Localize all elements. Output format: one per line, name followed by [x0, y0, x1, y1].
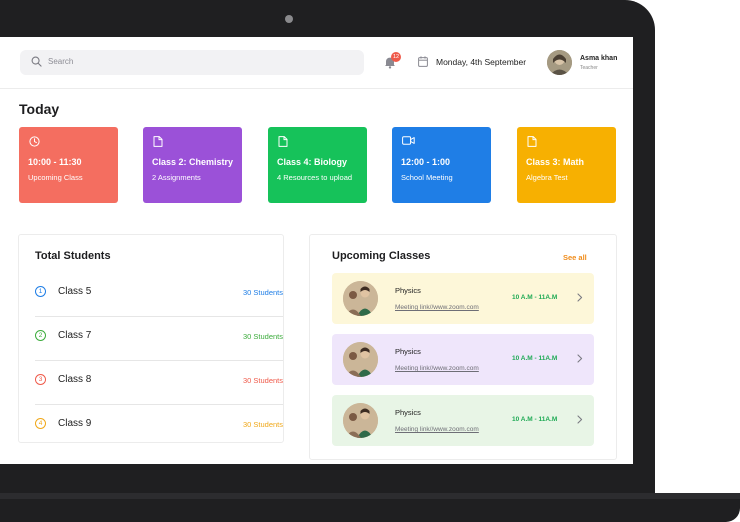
upcoming-class-row[interactable]: Physics Meeting link//www.zoom.com 10 A.… [332, 273, 594, 324]
today-card-upcoming-class[interactable]: 10:00 - 11:30 Upcoming Class [19, 127, 118, 203]
card-title: Class 2: Chemistry [152, 157, 234, 167]
chevron-right-icon[interactable] [577, 293, 583, 302]
row-number: 4 [35, 418, 46, 429]
upcoming-class-row[interactable]: Physics Meeting link//www.zoom.com 10 A.… [332, 395, 594, 446]
student-count: 30 Students [242, 332, 283, 341]
row-number: 1 [35, 286, 46, 297]
card-subtitle: 4 Resources to upload [277, 173, 353, 182]
panel-title: Total Students [35, 250, 111, 262]
search-placeholder: Search [48, 57, 74, 66]
meeting-link[interactable]: Meeting link//www.zoom.com [395, 426, 479, 433]
class-name: Class 9 [58, 418, 92, 429]
user-role: Teacher [580, 65, 598, 71]
panel-title: Upcoming Classes [332, 250, 431, 262]
student-count: 30 Students [242, 288, 283, 297]
search-input[interactable]: Search [20, 50, 364, 75]
document-icon [278, 136, 288, 147]
webcam [285, 15, 293, 23]
student-class-row[interactable]: 1 Class 5 30 Students [35, 273, 283, 317]
card-subtitle: Algebra Test [526, 173, 568, 182]
student-count: 30 Students [242, 420, 283, 429]
row-number: 2 [35, 330, 46, 341]
class-thumbnail [343, 342, 378, 377]
class-subject: Physics [395, 286, 421, 295]
see-all-link[interactable]: See all [563, 253, 587, 262]
laptop-hinge [0, 493, 740, 499]
today-card-chemistry[interactable]: Class 2: Chemistry 2 Assignments [143, 127, 242, 203]
current-date: Monday, 4th September [436, 57, 527, 67]
user-avatar[interactable] [547, 50, 572, 75]
class-time: 10 A.M - 11A.M [512, 416, 558, 423]
class-name: Class 7 [58, 330, 92, 341]
video-icon [402, 136, 415, 145]
card-subtitle: 2 Assignments [152, 173, 201, 182]
class-thumbnail [343, 281, 378, 316]
dashboard-screen: Search 12 Monday, 4th September Asma kha… [0, 37, 633, 464]
meeting-link[interactable]: Meeting link//www.zoom.com [395, 365, 479, 372]
class-time: 10 A.M - 11A.M [512, 294, 558, 301]
total-students-panel: Total Students 1 Class 5 30 Students 2 C… [18, 234, 284, 443]
card-title: 12:00 - 1:00 [401, 157, 451, 167]
class-name: Class 8 [58, 374, 92, 385]
today-card-biology[interactable]: Class 4: Biology 4 Resources to upload [268, 127, 367, 203]
today-heading: Today [19, 101, 60, 117]
student-class-row[interactable]: 4 Class 9 30 Students [35, 405, 283, 449]
class-thumbnail [343, 403, 378, 438]
card-title: Class 4: Biology [277, 157, 348, 167]
notification-badge: 12 [391, 52, 401, 62]
class-name: Class 5 [58, 286, 92, 297]
class-subject: Physics [395, 347, 421, 356]
upcoming-class-row[interactable]: Physics Meeting link//www.zoom.com 10 A.… [332, 334, 594, 385]
today-card-math[interactable]: Class 3: Math Algebra Test [517, 127, 616, 203]
class-time: 10 A.M - 11A.M [512, 355, 558, 362]
class-subject: Physics [395, 408, 421, 417]
row-number: 3 [35, 374, 46, 385]
calendar-icon [418, 56, 428, 67]
student-count: 30 Students [242, 376, 283, 385]
card-title: 10:00 - 11:30 [28, 157, 82, 167]
chevron-right-icon[interactable] [577, 415, 583, 424]
today-card-school-meeting[interactable]: 12:00 - 1:00 School Meeting [392, 127, 491, 203]
chevron-right-icon[interactable] [577, 354, 583, 363]
card-title: Class 3: Math [526, 157, 585, 167]
top-bar: Search 12 Monday, 4th September Asma kha… [0, 37, 633, 89]
student-class-row[interactable]: 2 Class 7 30 Students [35, 317, 283, 361]
clock-icon [29, 136, 40, 147]
card-subtitle: Upcoming Class [28, 173, 83, 182]
search-icon [31, 56, 42, 67]
document-icon [527, 136, 537, 147]
meeting-link[interactable]: Meeting link//www.zoom.com [395, 304, 479, 311]
user-name: Asma khan [580, 55, 618, 62]
card-subtitle: School Meeting [401, 173, 453, 182]
document-icon [153, 136, 163, 147]
student-class-row[interactable]: 3 Class 8 30 Students [35, 361, 283, 405]
